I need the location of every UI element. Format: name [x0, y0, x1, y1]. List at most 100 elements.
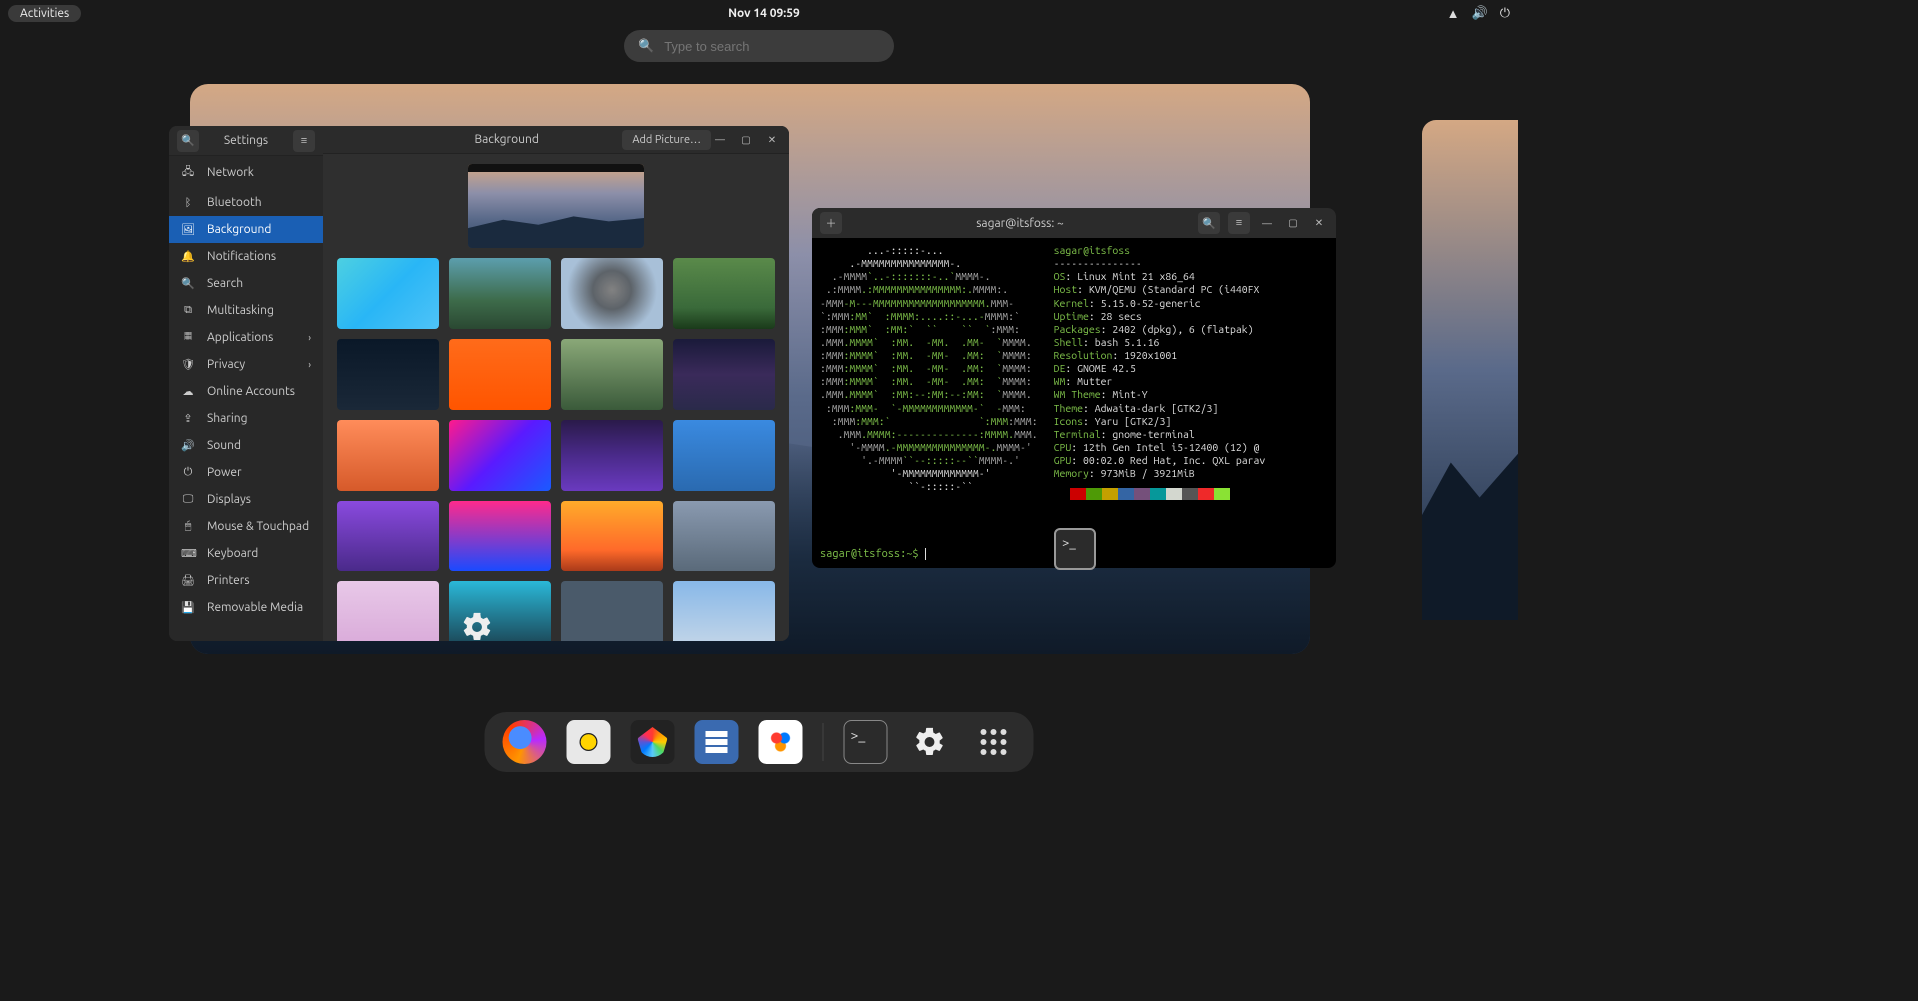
add-picture-button[interactable]: Add Picture…: [622, 130, 711, 150]
wallpaper-thumb[interactable]: [561, 339, 663, 410]
sidebar-item-icon: ☁: [181, 385, 195, 398]
sidebar-item-icon: ᛒ: [181, 197, 195, 209]
dock-icon-firefox[interactable]: [503, 720, 547, 764]
sidebar-item-icon: ⇪: [181, 412, 195, 425]
wallpaper-thumb[interactable]: [561, 258, 663, 329]
wallpaper-thumb[interactable]: [449, 501, 551, 572]
gear-icon: [913, 725, 947, 759]
sidebar-item-icon: ⧉: [181, 304, 195, 317]
sidebar-item-notifications[interactable]: 🔔Notifications: [169, 243, 323, 270]
minimize-button[interactable]: —: [711, 131, 729, 149]
terminal-body[interactable]: ...-:::::-... .-MMMMMMMMMMMMMMM-. .-MMMM…: [812, 238, 1336, 548]
dock-icon-files[interactable]: [695, 720, 739, 764]
sidebar-item-label: Privacy: [207, 358, 245, 371]
sidebar-item-printers[interactable]: 🖨 Printers: [169, 567, 323, 594]
terminal-search-button[interactable]: 🔍: [1198, 212, 1220, 234]
wallpaper-thumb[interactable]: [673, 420, 775, 491]
dock-icon-rhythmbox[interactable]: [567, 720, 611, 764]
workspace-next-peek[interactable]: [1422, 120, 1518, 620]
new-tab-button[interactable]: ＋: [820, 212, 842, 234]
sidebar-item-label: Power: [207, 466, 242, 479]
terminal-menu-button[interactable]: ≡: [1228, 212, 1250, 234]
dock-icon-applications[interactable]: [972, 720, 1016, 764]
sidebar-item-sharing[interactable]: ⇪Sharing: [169, 405, 323, 432]
clock[interactable]: Nov 14 09:59: [728, 7, 800, 20]
dock-icon-software[interactable]: [759, 720, 803, 764]
sidebar-item-displays[interactable]: 🖵Displays: [169, 486, 323, 513]
wallpaper-thumb[interactable]: [337, 339, 439, 410]
volume-icon[interactable]: 🔊: [1472, 6, 1488, 21]
settings-content: Background Add Picture… — ▢ ✕: [323, 126, 789, 641]
menu-button[interactable]: ≡: [293, 130, 315, 152]
sidebar-item-removable-media[interactable]: 💾Removable Media: [169, 594, 323, 621]
sidebar-item-icon: 🔊: [181, 439, 195, 452]
chevron-right-icon: ›: [308, 332, 311, 343]
terminal-title: sagar@itsfoss: ~: [850, 217, 1190, 230]
sidebar-item-icon: 🖨: [181, 574, 195, 587]
maximize-button[interactable]: ▢: [737, 131, 755, 149]
settings-title: Settings: [224, 134, 268, 147]
sidebar-item-icon: 🔔: [181, 250, 195, 263]
dock-icon-terminal[interactable]: >_: [844, 720, 888, 764]
terminal-colors: [1054, 488, 1266, 500]
sidebar-item-icon: 🖧: [181, 163, 195, 182]
power-icon[interactable]: ⏻: [1500, 6, 1510, 21]
overview-search[interactable]: 🔍: [624, 30, 894, 62]
window-app-indicator-settings: [455, 605, 499, 649]
wallpaper-thumb[interactable]: [673, 581, 775, 641]
wallpaper-thumb[interactable]: [337, 501, 439, 572]
sidebar-item-sound[interactable]: 🔊Sound: [169, 432, 323, 459]
minimize-button[interactable]: —: [1258, 214, 1276, 232]
sidebar-item-mouse-touchpad[interactable]: 🖱Mouse & Touchpad: [169, 513, 323, 540]
sidebar-item-label: Mouse & Touchpad: [207, 520, 309, 533]
top-bar: Activities Nov 14 09:59 ▲ 🔊 ⏻: [0, 0, 1518, 26]
wallpaper-thumb[interactable]: [337, 258, 439, 329]
wallpaper-thumb[interactable]: [337, 420, 439, 491]
dock-icon-settings[interactable]: [908, 720, 952, 764]
wallpaper-thumb[interactable]: [673, 501, 775, 572]
sidebar-item-keyboard[interactable]: ⌨Keyboard: [169, 540, 323, 567]
wallpaper-thumb[interactable]: [673, 258, 775, 329]
sidebar-item-multitasking[interactable]: ⧉Multitasking: [169, 297, 323, 324]
wallpaper-thumb[interactable]: [449, 339, 551, 410]
current-wallpaper-preview[interactable]: [468, 164, 644, 248]
sidebar-item-online-accounts[interactable]: ☁ Online Accounts: [169, 378, 323, 405]
settings-sidebar: 🔍 Settings ≡ 🖧NetworkᛒBluetooth🖼Backgrou…: [169, 126, 323, 641]
wallpaper-thumb[interactable]: [561, 501, 663, 572]
sidebar-item-search[interactable]: 🔍Search: [169, 270, 323, 297]
network-icon[interactable]: ▲: [1447, 6, 1460, 21]
sidebar-item-icon: ⌨: [181, 547, 195, 560]
window-controls: — ▢ ✕: [711, 131, 781, 149]
search-button[interactable]: 🔍: [177, 130, 199, 152]
wallpaper-thumb[interactable]: [449, 420, 551, 491]
dock-separator: [823, 723, 824, 761]
sidebar-item-network[interactable]: 🖧Network: [169, 156, 323, 189]
wallpaper-thumb[interactable]: [449, 258, 551, 329]
wallpaper-grid: [323, 258, 789, 641]
settings-sidebar-header: 🔍 Settings ≡: [169, 126, 323, 156]
sidebar-item-applications[interactable]: 𝄜 Applications ›: [169, 324, 323, 351]
close-button[interactable]: ✕: [1310, 214, 1328, 232]
sidebar-item-background[interactable]: 🖼Background: [169, 216, 323, 243]
wallpaper-thumb[interactable]: [561, 581, 663, 641]
sidebar-item-bluetooth[interactable]: ᛒBluetooth: [169, 189, 323, 216]
search-input[interactable]: [664, 39, 880, 54]
wallpaper-thumb[interactable]: [337, 581, 439, 641]
wallpaper-thumb[interactable]: [673, 339, 775, 410]
sidebar-item-icon: 𝄜: [181, 331, 195, 344]
activities-button[interactable]: Activities: [8, 5, 81, 22]
sidebar-item-power[interactable]: ⏻ Power: [169, 459, 323, 486]
sidebar-item-label: Displays: [207, 493, 251, 506]
sidebar-item-label: Printers: [207, 574, 250, 587]
window-controls: — ▢ ✕: [1258, 214, 1328, 232]
close-button[interactable]: ✕: [763, 131, 781, 149]
wallpaper-thumb[interactable]: [561, 420, 663, 491]
dock: >_: [485, 712, 1034, 772]
sidebar-item-label: Applications: [207, 331, 273, 344]
terminal-window: ＋ sagar@itsfoss: ~ 🔍 ≡ — ▢ ✕ ...-:::::-.…: [812, 208, 1336, 568]
sidebar-item-privacy[interactable]: 🛡Privacy›: [169, 351, 323, 378]
sidebar-item-icon: ⏻: [181, 466, 195, 479]
dock-icon-photos[interactable]: [631, 720, 675, 764]
sidebar-item-label: Online Accounts: [207, 385, 295, 398]
maximize-button[interactable]: ▢: [1284, 214, 1302, 232]
